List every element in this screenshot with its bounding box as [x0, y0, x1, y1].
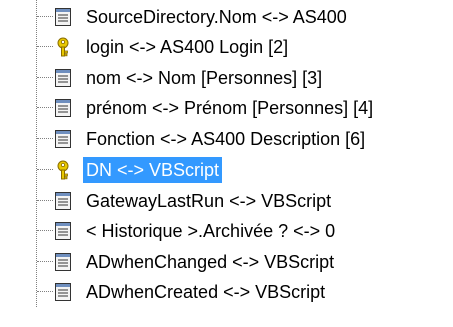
- field-icon: [55, 69, 71, 87]
- tree-item[interactable]: login <-> AS400 Login [2]: [0, 30, 453, 62]
- tree-item-label: GatewayLastRun <-> VBScript: [86, 191, 332, 211]
- tree-item-selected[interactable]: DN <-> VBScript: [0, 153, 453, 185]
- key-icon: [57, 160, 69, 180]
- tree-item[interactable]: Fonction <-> AS400 Description [6]: [0, 122, 453, 154]
- tree-item-label: ADwhenCreated <-> VBScript: [86, 282, 326, 302]
- tree-item-label: prénom <-> Prénom [Personnes] [4]: [86, 98, 374, 118]
- tree-item[interactable]: SourceDirectory.Nom <-> AS400: [0, 0, 453, 32]
- tree-item-label: nom <-> Nom [Personnes] [3]: [86, 68, 323, 88]
- tree-item-label: Fonction <-> AS400 Description [6]: [86, 129, 366, 149]
- tree-item[interactable]: ADwhenCreated <-> VBScript: [0, 275, 453, 307]
- field-icon: [55, 99, 71, 117]
- field-icon: [55, 283, 71, 301]
- tree-branch-line: [37, 200, 53, 201]
- tree-item-label: SourceDirectory.Nom <-> AS400: [86, 7, 347, 27]
- mapping-tree: SourceDirectory.Nom <-> AS400 login <-> …: [0, 0, 453, 327]
- tree-item-label: < Historique >.Archivée ? <-> 0: [86, 221, 336, 241]
- field-icon: [55, 8, 71, 26]
- tree-item-label: DN <-> VBScript: [83, 157, 223, 183]
- tree-branch-line: [37, 77, 53, 78]
- tree-item[interactable]: ADwhenChanged <-> VBScript: [0, 245, 453, 277]
- field-icon: [55, 130, 71, 148]
- tree-branch-line: [37, 16, 53, 17]
- tree-branch-line: [37, 169, 53, 170]
- field-icon: [55, 192, 71, 210]
- tree-item-label: login <-> AS400 Login [2]: [86, 37, 289, 57]
- tree-branch-line: [37, 46, 53, 47]
- tree-branch-line: [37, 261, 53, 262]
- tree-item-label: ADwhenChanged <-> VBScript: [86, 252, 335, 272]
- tree-item[interactable]: nom <-> Nom [Personnes] [3]: [0, 61, 453, 93]
- tree-branch-line: [37, 107, 53, 108]
- tree-branch-line: [37, 138, 53, 139]
- key-icon: [57, 37, 69, 57]
- tree-item[interactable]: prénom <-> Prénom [Personnes] [4]: [0, 91, 453, 123]
- tree-branch-line: [37, 291, 53, 292]
- field-icon: [55, 253, 71, 271]
- tree-item[interactable]: < Historique >.Archivée ? <-> 0: [0, 214, 453, 246]
- tree-item[interactable]: GatewayLastRun <-> VBScript: [0, 184, 453, 216]
- field-icon: [55, 222, 71, 240]
- tree-branch-line: [37, 230, 53, 231]
